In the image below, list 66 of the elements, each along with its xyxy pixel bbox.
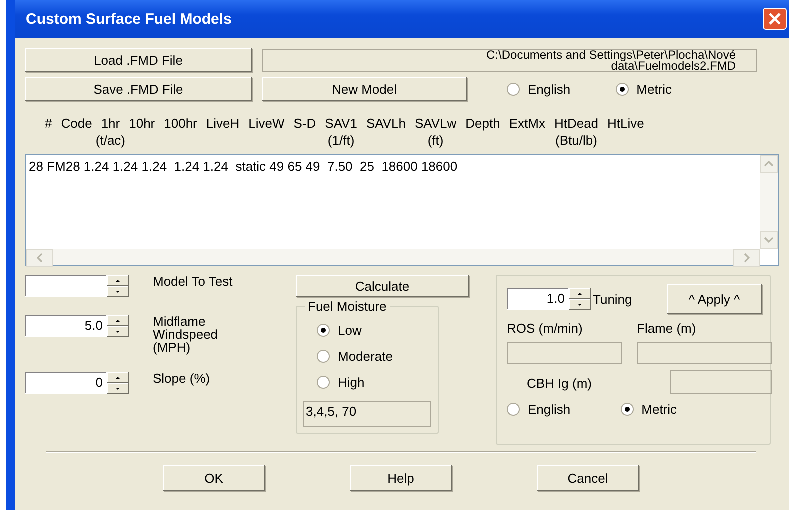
close-icon: [768, 12, 782, 26]
moisture-values-field: 3,4,5, 70: [303, 401, 431, 427]
models-list[interactable]: 28 FM28 1.24 1.24 1.24 1.24 1.24 static 49 65 49 7.50 25 18600 18600: [25, 154, 779, 266]
ros-label: ROS (m/min): [507, 321, 584, 336]
spin-buttons[interactable]: [107, 275, 129, 297]
radio-label[interactable]: English: [528, 82, 571, 96]
moisture-radio[interactable]: [317, 324, 330, 337]
spin-buttons[interactable]: [107, 315, 129, 337]
field-label: Slope (%): [153, 372, 212, 385]
radio-label[interactable]: Metric: [636, 82, 672, 96]
group-title: Fuel Moisture: [305, 299, 390, 314]
save-file-button[interactable]: Save .FMD File: [25, 77, 252, 101]
moisture-radio[interactable]: [317, 350, 330, 363]
flame-label: Flame (m): [637, 321, 698, 336]
horizontal-scrollbar[interactable]: [26, 249, 760, 265]
field-label: Midflame Windspeed (MPH): [153, 315, 220, 354]
dialog-button[interactable]: Help: [350, 465, 452, 491]
dialog-button[interactable]: OK: [163, 465, 265, 491]
column-header: SAVLh: [366, 116, 406, 131]
column-header: 10hr: [129, 116, 156, 131]
number-field[interactable]: 5.0: [25, 315, 107, 337]
new-model-button[interactable]: New Model: [262, 77, 467, 101]
unit-radio[interactable]: [620, 403, 634, 416]
apply-button[interactable]: ^ Apply ^: [667, 284, 762, 314]
unit-radio[interactable]: [616, 82, 629, 96]
tuning-field[interactable]: 1.0: [507, 288, 569, 310]
number-field[interactable]: 0: [25, 372, 107, 394]
column-unit: (Btu/lb): [556, 133, 598, 148]
spin-buttons[interactable]: [107, 372, 129, 394]
calculate-button[interactable]: Calculate: [296, 275, 469, 297]
column-header: ExtMx: [509, 116, 546, 131]
tuning-label: Tuning: [593, 292, 632, 306]
column-header: 100hr: [164, 116, 198, 131]
spin-buttons[interactable]: [569, 288, 591, 310]
column-header: Code: [61, 116, 92, 131]
dialog-button[interactable]: Cancel: [537, 465, 639, 491]
column-header: LiveH: [206, 116, 240, 131]
column-header: SAVLw: [414, 116, 457, 131]
column-header: S-D: [294, 116, 316, 131]
column-header: HtLive: [608, 116, 644, 131]
unit-radio[interactable]: [507, 403, 520, 416]
column-header: LiveW: [248, 116, 285, 131]
close-button[interactable]: [763, 8, 787, 30]
column-header: 1hr: [101, 116, 120, 131]
column-header: SAV1: [325, 116, 358, 131]
column-unit: (ft): [428, 133, 444, 148]
vertical-scrollbar[interactable]: [760, 155, 778, 249]
column-unit: (1/ft): [328, 133, 355, 148]
cbh-label: CBH Ig (m): [526, 375, 593, 393]
moisture-radio[interactable]: [317, 376, 330, 389]
column-unit: (t/ac): [96, 133, 126, 148]
column-header: #: [45, 116, 52, 131]
load-file-button[interactable]: Load .FMD File: [25, 48, 252, 72]
model-line[interactable]: 28 FM28 1.24 1.24 1.24 1.24 1.24 static 49 65 49 7.50 25 18600 18600: [29, 159, 757, 174]
number-field[interactable]: [25, 275, 107, 297]
file-path-field: C:\Documents and Settings\Peter\Plocha\Nové data\Fuelmodels2.FMD: [262, 48, 757, 72]
column-header: Depth: [466, 116, 500, 131]
radio-label[interactable]: High: [338, 375, 365, 390]
radio-label[interactable]: Low: [338, 323, 362, 338]
unit-radio[interactable]: [507, 82, 520, 96]
column-header: HtDead: [554, 116, 599, 131]
radio-label[interactable]: Moderate: [338, 349, 393, 364]
radio-label[interactable]: Metric: [642, 402, 678, 417]
field-label: Model To Test: [153, 275, 234, 288]
window-title: Custom Surface Fuel Models: [26, 10, 232, 28]
radio-label[interactable]: English: [528, 402, 571, 417]
